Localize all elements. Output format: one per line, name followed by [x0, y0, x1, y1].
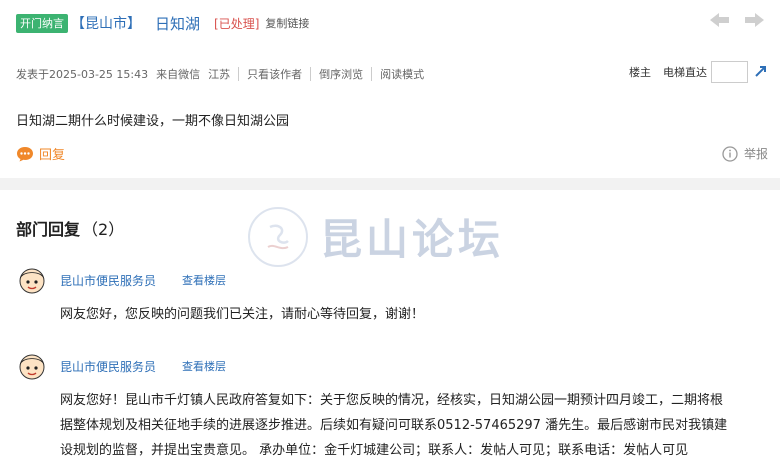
- watermark-text: 昆山论坛: [320, 215, 505, 264]
- post-region: 江苏: [208, 68, 231, 81]
- post-time: 发表于2025-03-25 15:43: [16, 68, 149, 81]
- department-reply: 昆山市便民服务员 查看楼层 网友您好，您反映的问题我们已关注，请耐心等待回复，谢…: [16, 264, 766, 327]
- thread-title: 日知湖: [155, 14, 201, 33]
- category-badge[interactable]: 开门纳言: [16, 13, 68, 33]
- reply-author-link[interactable]: 昆山市便民服务员: [60, 272, 156, 289]
- meta-divider: [310, 67, 312, 81]
- reply-body: 网友您好！昆山市千灯镇人民政府答复如下：关于您反映的情况，经核实，日知湖公园一期…: [60, 388, 766, 463]
- floor-go-button[interactable]: [754, 64, 768, 81]
- view-floor-link[interactable]: 查看楼层: [182, 358, 226, 374]
- department-reply: 昆山市便民服务员 查看楼层 网友您好！昆山市千灯镇人民政府答复如下：关于您反映的…: [16, 350, 766, 463]
- next-thread-button[interactable]: [744, 12, 764, 28]
- post-actions: 回复 举报: [16, 144, 768, 163]
- watermark-logo-icon: [248, 206, 308, 267]
- floor-number-input[interactable]: [711, 61, 748, 83]
- avatar-icon[interactable]: [16, 350, 48, 382]
- floor-owner-label: 楼主: [629, 66, 651, 79]
- reply-line: 网友您好！昆山市千灯镇人民政府答复如下：关于您反映的情况，经核实，日知湖公园一期…: [60, 393, 724, 408]
- copy-link-button[interactable]: 复制链接: [265, 15, 309, 31]
- status-badge: [已处理]: [214, 16, 260, 31]
- forum-watermark: 昆山论坛: [248, 206, 504, 267]
- reply-line: 据整体规划及相关征地手续的进展逐步推进。后续如有疑问可联系0512-574652…: [60, 418, 728, 433]
- reverse-order-link[interactable]: 倒序浏览: [319, 66, 363, 82]
- reply-count: （2）: [82, 220, 125, 239]
- floor-go-icon: [755, 65, 766, 77]
- floor-nav: 楼主 电梯直达: [629, 61, 768, 83]
- post-content: 日知湖二期什么时候建设，一期不像日知湖公园: [16, 114, 290, 129]
- info-icon: [722, 145, 738, 162]
- author-only-link[interactable]: 只看该作者: [247, 66, 302, 82]
- section-title: 部门回复: [16, 220, 81, 239]
- reply-header: 昆山市便民服务员 查看楼层: [16, 264, 766, 296]
- reply-button[interactable]: 回复: [16, 144, 65, 163]
- department-reply-heading: 部门回复 （2）: [16, 216, 124, 240]
- section-divider: [0, 178, 780, 190]
- report-label: 举报: [743, 147, 768, 161]
- elevator-label: 电梯直达: [663, 66, 707, 79]
- read-mode-link[interactable]: 阅读模式: [380, 66, 424, 82]
- thread-nav: [710, 12, 764, 28]
- reply-line: 设规划的监督，并提出宝贵意见。 承办单位：金千灯城建公司；联系人：发帖人可见；联…: [60, 443, 689, 458]
- post-meta: 发表于2025-03-25 15:43 来自微信 江苏 只看该作者 倒序浏览 阅…: [16, 66, 424, 82]
- next-arrow-icon: [745, 13, 764, 27]
- prev-thread-button[interactable]: [710, 12, 730, 28]
- reply-line: 网友您好，您反映的问题我们已关注，请耐心等待回复，谢谢！: [60, 307, 425, 322]
- view-floor-link[interactable]: 查看楼层: [182, 272, 226, 288]
- post-source: 来自微信: [156, 68, 201, 81]
- reply-icon: [17, 146, 33, 161]
- avatar-icon[interactable]: [16, 264, 48, 296]
- city-tag[interactable]: 【昆山市】: [71, 13, 141, 33]
- meta-divider: [371, 67, 373, 81]
- reply-header: 昆山市便民服务员 查看楼层: [16, 350, 766, 382]
- reply-body: 网友您好，您反映的问题我们已关注，请耐心等待回复，谢谢！: [60, 302, 766, 327]
- prev-arrow-icon: [710, 13, 729, 27]
- report-button[interactable]: 举报: [722, 145, 768, 162]
- reply-author-link[interactable]: 昆山市便民服务员: [60, 358, 156, 375]
- thread-title-row: 开门纳言 【昆山市】 日知湖 [已处理] 复制链接: [16, 12, 309, 34]
- reply-label: 回复: [39, 148, 66, 163]
- meta-divider: [238, 67, 240, 81]
